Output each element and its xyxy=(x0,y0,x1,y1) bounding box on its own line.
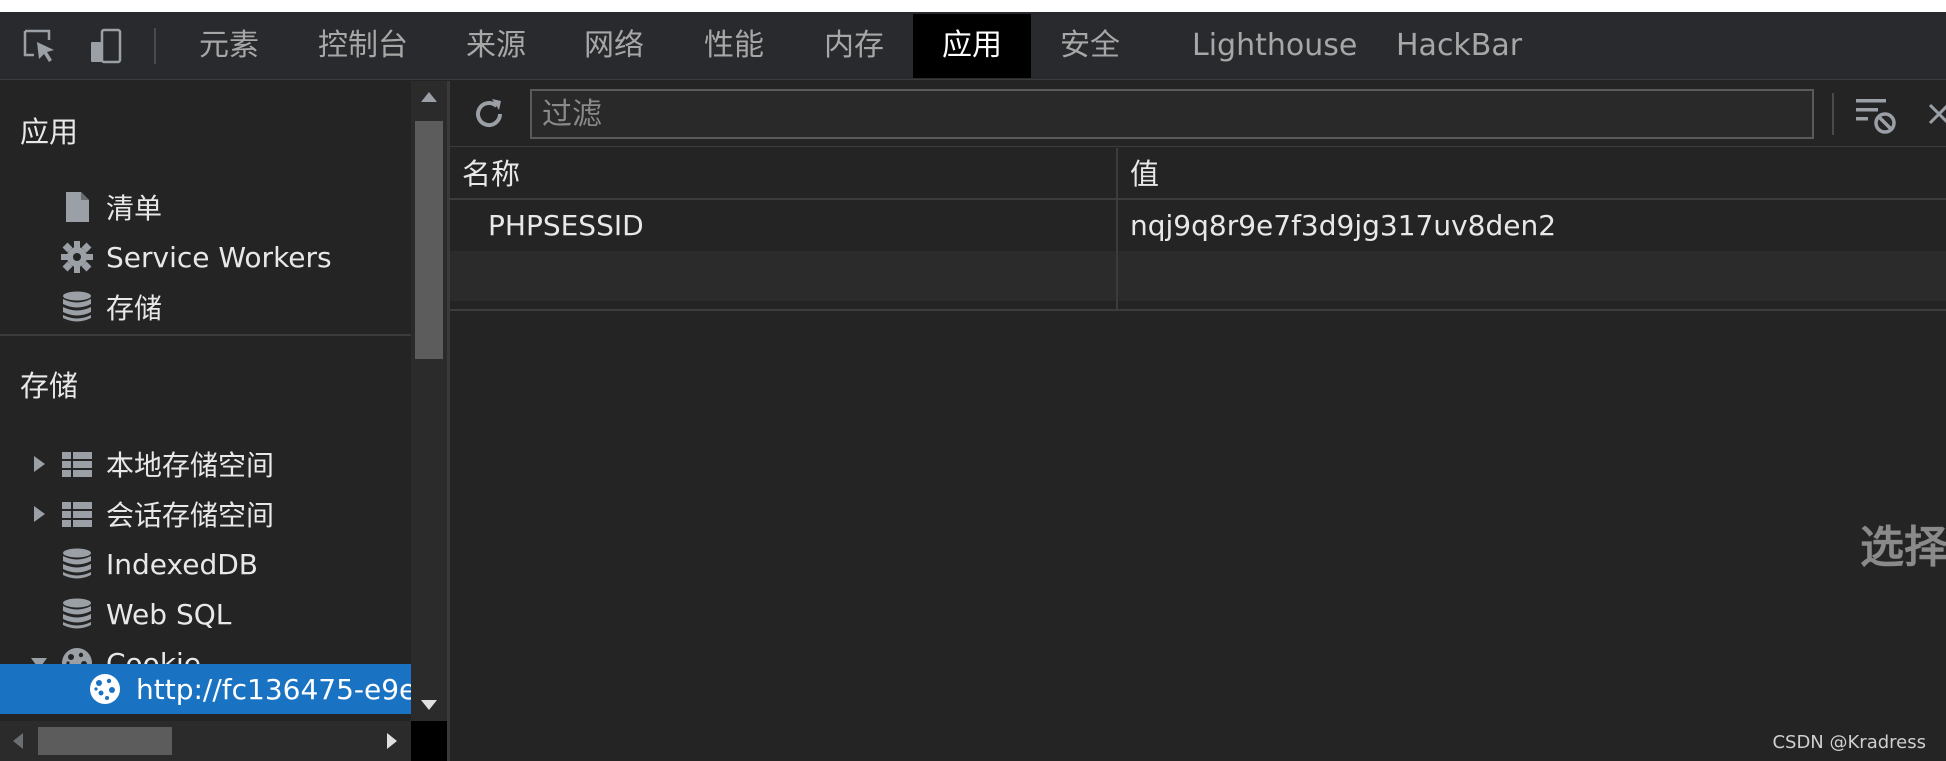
tab-elements[interactable]: 元素 xyxy=(186,14,272,78)
tab-performance[interactable]: 性能 xyxy=(690,14,778,78)
empty-preview-hint: 选择 xyxy=(1860,522,1946,573)
close-icon[interactable] xyxy=(1916,97,1946,131)
cookie-name-cell: PHPSESSID xyxy=(488,209,644,242)
sidebar-item-indexeddb[interactable]: IndexedDB xyxy=(0,541,411,587)
sidebar-item-local-storage[interactable]: 本地存储空间 xyxy=(0,441,411,487)
database-icon xyxy=(63,291,91,322)
scrollbar-corner xyxy=(411,721,447,761)
scroll-up-arrow-icon[interactable] xyxy=(420,91,438,103)
file-icon xyxy=(66,192,89,222)
scroll-left-arrow-icon[interactable] xyxy=(12,732,24,750)
sidebar-item-label: Service Workers xyxy=(106,240,332,274)
sidebar-item-label: 清单 xyxy=(106,192,163,225)
refresh-icon[interactable] xyxy=(470,95,508,133)
table-header: 名称 值 xyxy=(450,148,1946,200)
sidebar-item-web-sql[interactable]: Web SQL xyxy=(0,591,411,637)
scroll-down-arrow-icon[interactable] xyxy=(420,699,438,711)
device-toolbar-icon[interactable] xyxy=(88,28,124,64)
sidebar-heading-storage: 存储 xyxy=(20,369,79,403)
gear-icon xyxy=(61,241,93,273)
watermark: CSDN @Kradress xyxy=(1772,732,1926,753)
inspect-element-icon[interactable] xyxy=(22,28,58,64)
devtools-tabbar: 元素 控制台 来源 网络 性能 内存 应用 安全 Lighthouse Hack… xyxy=(0,12,1946,80)
sidebar-item-service-workers[interactable]: Service Workers xyxy=(0,234,411,280)
table-row[interactable]: PHPSESSID nqj9q8r9e7f3d9jg317uv8den2 xyxy=(450,201,1946,251)
cookie-toolbar xyxy=(450,81,1946,147)
application-sidebar: 应用 清单 Service Workers 存储 存储 本地存储空间 会话存储空… xyxy=(0,81,411,761)
window-top-strip xyxy=(0,0,1946,12)
sidebar-heading-application: 应用 xyxy=(20,115,79,149)
table-bottom-border xyxy=(450,309,1946,311)
sidebar-divider xyxy=(0,334,411,336)
sidebar-vertical-scrollbar[interactable] xyxy=(411,81,447,721)
tab-memory[interactable]: 内存 xyxy=(810,14,898,78)
sidebar-item-storage-overview[interactable]: 存储 xyxy=(0,284,411,330)
table-icon xyxy=(62,502,92,527)
clear-filtered-cookies-icon[interactable] xyxy=(1854,93,1898,137)
sidebar-item-session-storage[interactable]: 会话存储空间 xyxy=(0,491,411,537)
scrollbar-thumb[interactable] xyxy=(415,121,443,359)
cookie-icon xyxy=(90,674,120,704)
tab-application[interactable]: 应用 xyxy=(913,14,1031,78)
filter-input[interactable] xyxy=(530,89,1814,139)
tab-lighthouse[interactable]: Lighthouse xyxy=(1192,14,1357,78)
cookie-panel: 名称 值 PHPSESSID nqj9q8r9e7f3d9jg317uv8den… xyxy=(450,81,1946,761)
database-icon xyxy=(63,548,91,579)
sidebar-horizontal-scrollbar[interactable] xyxy=(0,721,411,761)
tab-security[interactable]: 安全 xyxy=(1046,14,1134,78)
scroll-right-arrow-icon[interactable] xyxy=(386,732,398,750)
expand-arrow-icon[interactable] xyxy=(30,505,48,523)
database-icon xyxy=(63,598,91,629)
sidebar-item-label: http://fc136475-e9e0 xyxy=(136,672,411,706)
cookie-value-cell: nqj9q8r9e7f3d9jg317uv8den2 xyxy=(1130,209,1557,242)
expand-arrow-icon[interactable] xyxy=(30,455,48,473)
column-divider[interactable] xyxy=(1116,148,1118,310)
sidebar-item-label: Web SQL xyxy=(106,597,232,631)
column-header-name[interactable]: 名称 xyxy=(450,148,1116,200)
sidebar-item-manifest[interactable]: 清单 xyxy=(0,184,411,230)
sidebar-item-label: 会话存储空间 xyxy=(106,499,275,532)
table-row-empty[interactable] xyxy=(450,251,1946,301)
tab-console[interactable]: 控制台 xyxy=(304,14,422,78)
sidebar-item-label: 本地存储空间 xyxy=(106,449,275,482)
scrollbar-thumb[interactable] xyxy=(38,727,172,755)
sidebar-item-label: 存储 xyxy=(106,292,163,325)
tab-network[interactable]: 网络 xyxy=(570,14,658,78)
table-icon xyxy=(62,452,92,477)
sidebar-item-cookie-origin[interactable]: http://fc136475-e9e0 xyxy=(0,664,411,714)
tab-hackbar[interactable]: HackBar xyxy=(1396,14,1522,78)
tab-separator xyxy=(154,28,156,64)
sidebar-item-label: IndexedDB xyxy=(106,547,258,581)
tab-sources[interactable]: 来源 xyxy=(452,14,540,78)
toolbar-separator xyxy=(1832,93,1834,135)
column-header-value[interactable]: 值 xyxy=(1118,148,1946,200)
